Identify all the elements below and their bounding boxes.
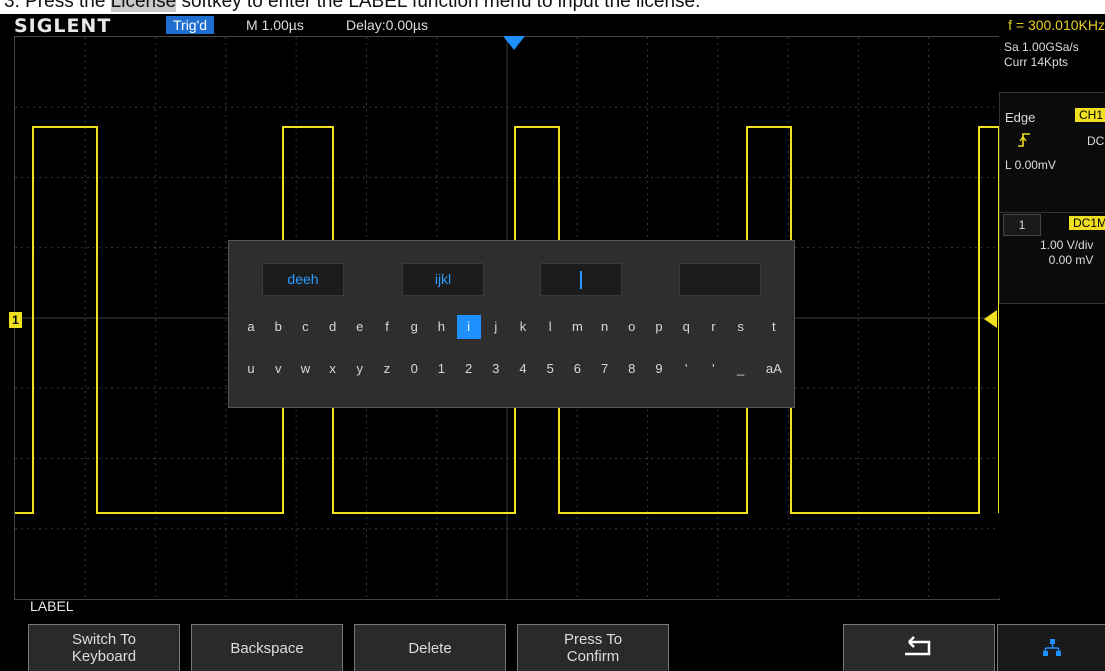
- label-field-1[interactable]: deeh: [262, 263, 344, 296]
- channel1-offset-marker[interactable]: 1: [9, 312, 22, 328]
- key-r2-9[interactable]: 3: [484, 357, 508, 381]
- sample-rate: Sa 1.00GSa/s: [1004, 40, 1079, 54]
- confirm-line1: Press To: [563, 631, 623, 648]
- key-r2-1[interactable]: v: [266, 357, 290, 381]
- key-r1-4[interactable]: e: [348, 315, 372, 339]
- key-r1-17[interactable]: r: [701, 315, 725, 339]
- key-r1-19[interactable]: t: [762, 315, 786, 339]
- key-r2-7[interactable]: 1: [429, 357, 453, 381]
- frequency-readout: f = 300.010KHz: [1008, 17, 1105, 33]
- key-r2-3[interactable]: x: [321, 357, 345, 381]
- key-r1-10[interactable]: k: [511, 315, 535, 339]
- key-r1-6[interactable]: g: [402, 315, 426, 339]
- delay-readout[interactable]: Delay:0.00µs: [346, 16, 428, 34]
- key-r1-18[interactable]: s: [729, 315, 753, 339]
- key-r2-6[interactable]: 0: [402, 357, 426, 381]
- return-button[interactable]: [843, 624, 995, 671]
- key-r1-14[interactable]: o: [620, 315, 644, 339]
- key-r1-2[interactable]: c: [293, 315, 317, 339]
- instruction-text-end: softkey to enter the LABEL function menu…: [176, 0, 701, 12]
- label-field-2[interactable]: ijkl: [402, 263, 484, 296]
- key-r1-15[interactable]: p: [647, 315, 671, 339]
- key-r1-1[interactable]: b: [266, 315, 290, 339]
- key-r1-7[interactable]: h: [429, 315, 453, 339]
- key-r1-3[interactable]: d: [321, 315, 345, 339]
- timebase-readout[interactable]: M 1.00µs: [246, 16, 304, 34]
- key-r2-5[interactable]: z: [375, 357, 399, 381]
- key-r2-18[interactable]: _: [729, 357, 753, 381]
- trigger-level-marker[interactable]: [984, 310, 997, 328]
- trigger-coupling: DC: [1087, 134, 1105, 148]
- key-r1-8[interactable]: i: [456, 315, 481, 339]
- key-r2-12[interactable]: 6: [565, 357, 589, 381]
- press-to-confirm-button[interactable]: Press To Confirm: [517, 624, 669, 671]
- instruction-softkey-name: License: [110, 0, 177, 12]
- key-r2-8[interactable]: 2: [457, 357, 481, 381]
- label-field-4[interactable]: [679, 263, 761, 296]
- memory-depth: Curr 14Kpts: [1004, 55, 1069, 69]
- key-r2-15[interactable]: 9: [647, 357, 671, 381]
- rising-edge-icon: [1017, 132, 1031, 152]
- trigger-source-badge: CH1: [1075, 108, 1105, 122]
- network-status-area: [997, 624, 1105, 671]
- channel-coupling-badge: DC1M: [1069, 216, 1105, 230]
- text-cursor: [580, 271, 582, 290]
- key-r1-0[interactable]: a: [239, 315, 263, 339]
- key-r2-14[interactable]: 8: [620, 357, 644, 381]
- key-r1-16[interactable]: q: [674, 315, 698, 339]
- channel-scale-info: 1.00 V/div 0.00 mV: [1040, 238, 1093, 268]
- key-r2-0[interactable]: u: [239, 357, 263, 381]
- key-r2-16[interactable]: ': [674, 357, 698, 381]
- right-info-panel: Sa 1.00GSa/s Curr 14Kpts Edge CH1 DC L 0…: [999, 36, 1105, 598]
- switch-line1: Switch To: [72, 631, 136, 648]
- trigger-level: L 0.00mV: [1005, 158, 1056, 172]
- delete-button[interactable]: Delete: [354, 624, 506, 671]
- menu-title: LABEL: [30, 598, 74, 614]
- key-r2-13[interactable]: 7: [593, 357, 617, 381]
- acquisition-info: Sa 1.00GSa/s Curr 14Kpts: [1004, 40, 1079, 70]
- switch-line2: Keyboard: [71, 648, 137, 665]
- instruction-text: 3. Press the: [4, 0, 111, 12]
- key-r2-19[interactable]: aA: [762, 357, 786, 381]
- network-icon: [1043, 639, 1061, 656]
- key-r2-2[interactable]: w: [293, 357, 317, 381]
- switch-to-keyboard-button[interactable]: Switch To Keyboard: [28, 624, 180, 671]
- key-r2-17[interactable]: ': [701, 357, 725, 381]
- backspace-button[interactable]: Backspace: [191, 624, 343, 671]
- key-r1-5[interactable]: f: [375, 315, 399, 339]
- label-field-3[interactable]: [540, 263, 622, 296]
- key-r1-12[interactable]: m: [565, 315, 589, 339]
- trigger-type: Edge: [1005, 110, 1036, 125]
- channel1-tab[interactable]: 1: [1003, 214, 1041, 236]
- key-r2-4[interactable]: y: [348, 357, 372, 381]
- confirm-line2: Confirm: [566, 648, 620, 665]
- key-r2-10[interactable]: 4: [511, 357, 535, 381]
- key-r1-11[interactable]: l: [538, 315, 562, 339]
- key-r1-9[interactable]: j: [484, 315, 508, 339]
- key-r2-11[interactable]: 5: [538, 357, 562, 381]
- brand-logo: SIGLENT: [14, 15, 112, 37]
- vertical-scale: 1.00 V/div: [1040, 238, 1094, 252]
- return-arrow-icon: [905, 636, 931, 656]
- label-keyboard-dialog: deeh ijkl abcdefghijklmnopqrst uvwxyz012…: [228, 240, 795, 408]
- trigger-position-marker[interactable]: [503, 36, 525, 50]
- vertical-offset: 0.00 mV: [1048, 253, 1094, 267]
- trigger-status-badge: Trig'd: [166, 16, 215, 34]
- document-instruction: 3. Press the License softkey to enter th…: [0, 0, 1105, 14]
- key-r1-13[interactable]: n: [593, 315, 617, 339]
- status-bar: SIGLENT Trig'd M 1.00µs Delay:0.00µs f =…: [0, 14, 1105, 37]
